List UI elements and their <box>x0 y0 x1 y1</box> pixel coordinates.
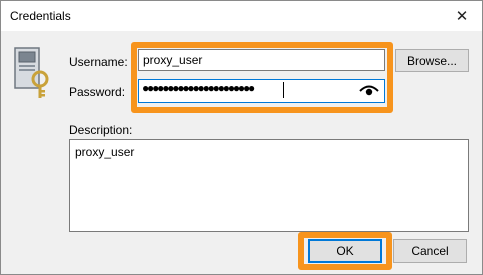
highlight-ok-button <box>298 232 392 270</box>
username-label: Username: <box>69 55 128 69</box>
close-icon[interactable]: ✕ <box>442 1 482 31</box>
description-label: Description: <box>69 123 133 137</box>
highlight-credentials-box <box>131 42 393 113</box>
description-value: proxy_user <box>75 145 135 159</box>
cancel-button[interactable]: Cancel <box>393 239 467 263</box>
browse-button[interactable]: Browse... <box>395 49 469 72</box>
description-field[interactable]: proxy_user <box>69 139 469 232</box>
credentials-icon <box>14 47 49 98</box>
window-title: Credentials <box>10 9 71 23</box>
password-label: Password: <box>69 85 126 99</box>
title-bar: Credentials ✕ <box>1 1 482 31</box>
credentials-dialog: Credentials ✕ Username: proxy_user Passw… <box>0 0 483 275</box>
